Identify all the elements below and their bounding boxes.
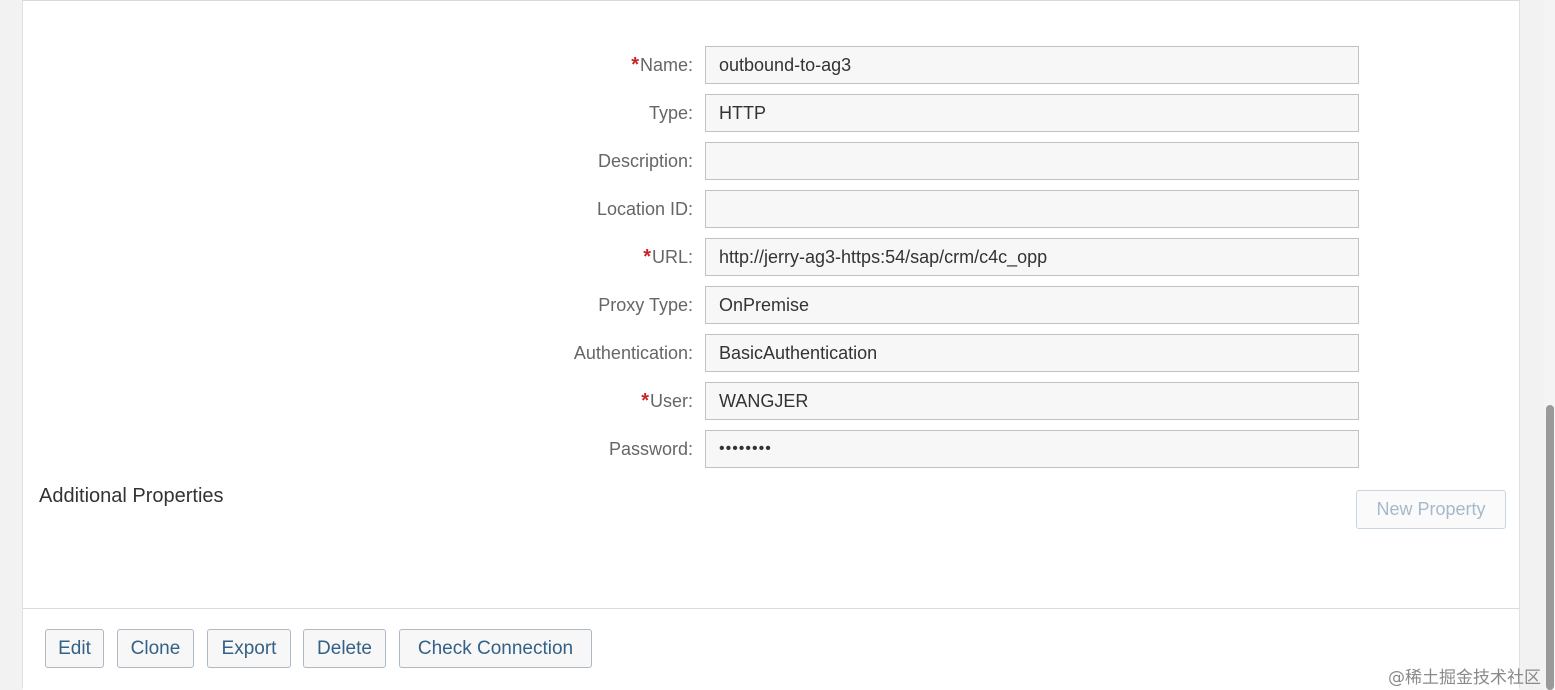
export-button[interactable]: Export bbox=[207, 629, 291, 668]
proxy-type-label: Proxy Type: bbox=[598, 295, 693, 315]
form-row-user: *User: WANGJER bbox=[23, 382, 1521, 420]
proxy-type-field[interactable]: OnPremise bbox=[705, 286, 1359, 324]
location-id-field[interactable] bbox=[705, 190, 1359, 228]
password-label: Password: bbox=[608, 439, 693, 459]
form-row-name: *Name: outbound-to-ag3 bbox=[23, 46, 1521, 84]
authentication-field[interactable]: BasicAuthentication bbox=[705, 334, 1359, 372]
url-field[interactable]: http://jerry-ag3-https:54/sap/crm/c4c_op… bbox=[705, 238, 1359, 276]
watermark: @稀土掘金技术社区 bbox=[1388, 668, 1541, 688]
form-row-authentication: Authentication: BasicAuthentication bbox=[23, 334, 1521, 372]
form-row-password: Password: •••••••• bbox=[23, 430, 1521, 468]
edit-button[interactable]: Edit bbox=[45, 629, 104, 668]
form-row-proxy-type: Proxy Type: OnPremise bbox=[23, 286, 1521, 324]
form-row-location-id: Location ID: bbox=[23, 190, 1521, 228]
url-label: *URL: bbox=[643, 238, 693, 276]
destination-detail-panel: *Name: outbound-to-ag3 Type: HTTP Descri… bbox=[22, 0, 1521, 690]
user-label-text: User: bbox=[649, 391, 693, 411]
name-field[interactable]: outbound-to-ag3 bbox=[705, 46, 1359, 84]
form-row-description: Description: bbox=[23, 142, 1521, 180]
form-row-type: Type: HTTP bbox=[23, 94, 1521, 132]
user-label: *User: bbox=[641, 382, 693, 420]
description-label: Description: bbox=[597, 151, 693, 171]
url-label-text: URL: bbox=[651, 247, 693, 267]
required-marker: * bbox=[641, 390, 649, 412]
location-id-label: Location ID: bbox=[596, 199, 693, 219]
form-row-url: *URL: http://jerry-ag3-https:54/sap/crm/… bbox=[23, 238, 1521, 276]
new-property-button[interactable]: New Property bbox=[1356, 490, 1506, 529]
name-label: *Name: bbox=[631, 46, 693, 84]
clone-button[interactable]: Clone bbox=[117, 629, 194, 668]
name-label-text: Name: bbox=[639, 55, 693, 75]
delete-button[interactable]: Delete bbox=[303, 629, 386, 668]
scrollbar-thumb[interactable] bbox=[1546, 405, 1554, 690]
type-label: Type: bbox=[648, 103, 693, 123]
type-field[interactable]: HTTP bbox=[705, 94, 1359, 132]
authentication-label: Authentication: bbox=[573, 343, 693, 363]
required-marker: * bbox=[643, 246, 651, 268]
required-marker: * bbox=[631, 54, 639, 76]
action-toolbar: Edit Clone Export Delete Check Connectio… bbox=[23, 608, 1519, 690]
password-field[interactable]: •••••••• bbox=[705, 430, 1359, 468]
user-field[interactable]: WANGJER bbox=[705, 382, 1359, 420]
description-field[interactable] bbox=[705, 142, 1359, 180]
check-connection-button[interactable]: Check Connection bbox=[399, 629, 592, 668]
additional-properties-title: Additional Properties bbox=[39, 485, 224, 507]
